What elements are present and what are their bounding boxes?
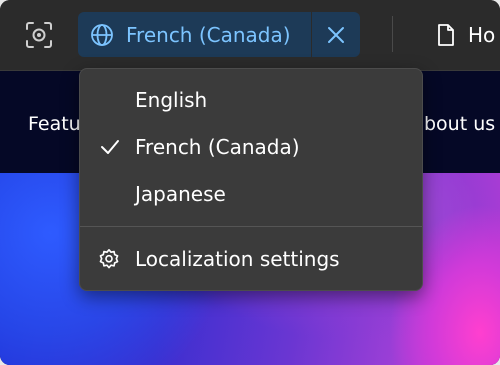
locale-dropdown-menu: English French (Canada) Japanese Localiz… <box>79 68 423 291</box>
page-icon <box>438 24 454 46</box>
page-selector-label: Ho <box>468 23 496 47</box>
globe-icon <box>91 23 113 46</box>
menu-item-french-canada[interactable]: French (Canada) <box>80 125 422 169</box>
close-icon <box>328 26 344 43</box>
clear-locale-button[interactable] <box>312 12 360 57</box>
locale-selector: French (Canada) <box>78 12 360 57</box>
menu-item-english[interactable]: English <box>80 78 422 122</box>
gear-icon <box>99 249 119 269</box>
locale-label: French (Canada) <box>126 22 291 47</box>
site-nav-link-features[interactable]: Featu <box>28 113 81 135</box>
page-selector-button[interactable]: Ho <box>436 16 495 54</box>
checkmark-icon <box>101 140 119 154</box>
preview-target-icon <box>26 22 52 48</box>
toolbar: French (Canada) Ho <box>0 0 500 71</box>
preview-button[interactable] <box>18 16 60 54</box>
menu-item-localization-settings[interactable]: Localization settings <box>80 237 422 281</box>
menu-divider <box>80 226 422 227</box>
toolbar-divider <box>392 16 393 52</box>
app-window: Featu bout us French (Canada) Ho English… <box>0 0 500 365</box>
menu-item-label: French (Canada) <box>135 135 300 159</box>
menu-item-label: English <box>135 88 208 112</box>
menu-item-label: Localization settings <box>135 247 340 271</box>
menu-item-label: Japanese <box>135 182 226 206</box>
site-nav-link-about[interactable]: bout us <box>424 113 495 135</box>
locale-dropdown-button[interactable]: French (Canada) <box>78 12 311 57</box>
menu-item-japanese[interactable]: Japanese <box>80 172 422 216</box>
